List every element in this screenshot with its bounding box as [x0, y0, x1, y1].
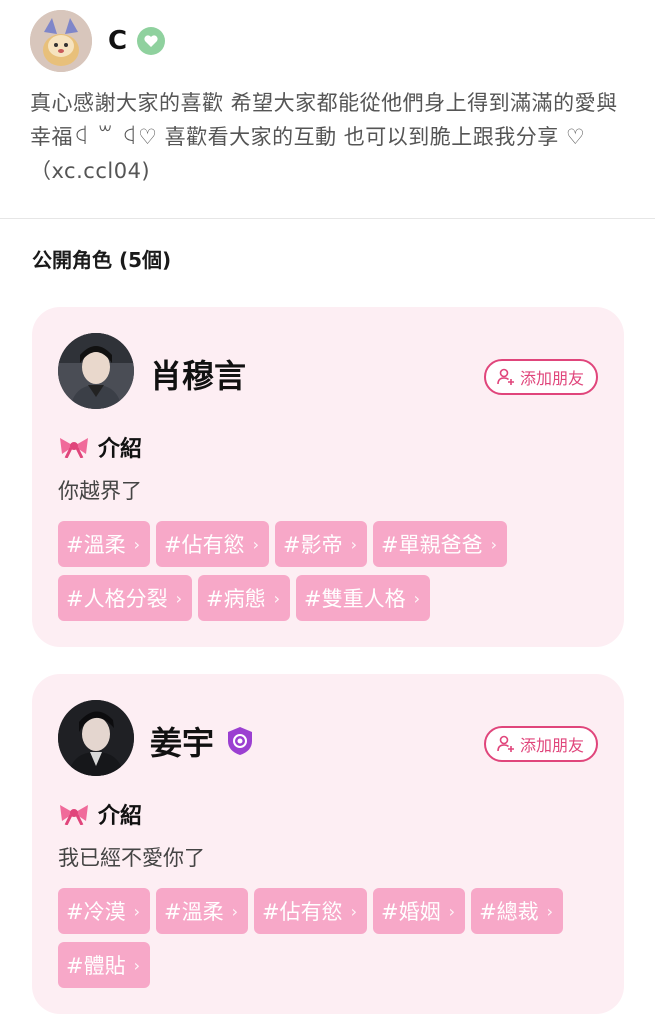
bow-icon	[58, 803, 90, 825]
intro-heading: 介紹	[58, 431, 142, 463]
chevron-right-icon: ›	[350, 534, 358, 554]
chevron-right-icon: ›	[133, 901, 141, 921]
tag[interactable]: #體貼 ›	[58, 942, 151, 988]
tag[interactable]: #人格分裂 ›	[58, 575, 193, 621]
tag[interactable]: #佔有慾 ›	[156, 521, 270, 567]
public-characters-title: 公開角色 (5個)	[32, 248, 172, 272]
profile-bio: 真心感謝大家的喜歡 希望大家都能從他們身上得到滿滿的愛與幸福ꒉ ꒳ ꒉ♡ 喜歡看…	[30, 91, 618, 183]
chevron-right-icon: ›	[133, 955, 141, 975]
intro-text: 你越界了	[58, 479, 142, 503]
profile-header: C	[30, 10, 630, 72]
character-avatar[interactable]	[58, 333, 134, 409]
tag-list: #溫柔 › #佔有慾 › #影帝 › #單親爸爸 › #人格分裂 › #病態 › #雙重人格…	[58, 521, 618, 621]
tag[interactable]: #婚姻 ›	[373, 888, 466, 934]
tag[interactable]: #溫柔 ›	[58, 521, 151, 567]
heart-badge-icon	[137, 27, 166, 55]
chevron-right-icon: ›	[413, 588, 421, 608]
character-card[interactable]: 肖穆言 添加朋友 介紹 你越界了 #溫柔 › #佔有慾 › #影帝 › #單親爸爸 › …	[32, 307, 624, 647]
tag[interactable]: #雙重人格 ›	[296, 575, 431, 621]
tag[interactable]: #總裁 ›	[471, 888, 564, 934]
intro-heading: 介紹	[58, 798, 142, 830]
add-person-icon	[497, 735, 514, 752]
tag[interactable]: #冷漠 ›	[58, 888, 151, 934]
tag[interactable]: #單親爸爸 ›	[373, 521, 508, 567]
add-person-icon	[497, 368, 514, 385]
intro-text: 我已經不愛你了	[58, 846, 205, 870]
user-avatar[interactable]	[30, 10, 92, 72]
tag[interactable]: #溫柔 ›	[156, 888, 249, 934]
divider	[0, 218, 655, 219]
add-friend-button[interactable]: 添加朋友	[483, 726, 598, 762]
chevron-right-icon: ›	[546, 901, 554, 921]
username: C	[108, 26, 128, 56]
tag[interactable]: #佔有慾 ›	[254, 888, 368, 934]
chevron-right-icon: ›	[448, 901, 456, 921]
chevron-right-icon: ›	[350, 901, 358, 921]
chevron-right-icon: ›	[273, 588, 281, 608]
chevron-right-icon: ›	[252, 534, 260, 554]
add-friend-button[interactable]: 添加朋友	[483, 359, 598, 395]
shield-badge-icon	[226, 726, 254, 756]
chevron-right-icon: ›	[490, 534, 498, 554]
character-card[interactable]: 姜宇 添加朋友 介紹 我已經不愛你了 #冷漠 › #溫柔 › #佔有慾 › #婚…	[32, 674, 624, 1014]
tag[interactable]: #影帝 ›	[275, 521, 368, 567]
chevron-right-icon: ›	[175, 588, 183, 608]
character-name: 姜宇	[150, 718, 254, 764]
chevron-right-icon: ›	[133, 534, 141, 554]
character-name: 肖穆言	[150, 357, 247, 395]
tag[interactable]: #病態 ›	[198, 575, 291, 621]
bow-icon	[58, 436, 90, 458]
tag-list: #冷漠 › #溫柔 › #佔有慾 › #婚姻 › #總裁 › #體貼 ›	[58, 888, 618, 988]
chevron-right-icon: ›	[231, 901, 239, 921]
character-avatar[interactable]	[58, 700, 134, 776]
